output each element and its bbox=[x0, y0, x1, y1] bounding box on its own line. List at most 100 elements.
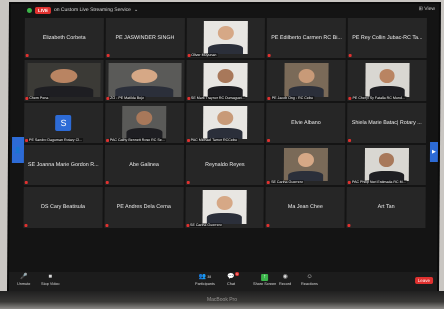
participant-name: PE JASWINDER SINGH bbox=[115, 35, 175, 42]
participant-name: PE Andres Dela Cerna bbox=[116, 204, 171, 211]
participant-name: Elvie Albano bbox=[291, 119, 321, 126]
participant-tile[interactable]: DS Cary Beatisula bbox=[23, 187, 103, 228]
participant-face bbox=[136, 110, 153, 125]
participant-name: PE Edilberto Carmen RC Bi... bbox=[271, 35, 342, 42]
participant-tile[interactable]: Abe Galinea bbox=[104, 144, 184, 186]
participant-tile[interactable]: Elizabeth Corbeta bbox=[24, 18, 104, 59]
participant-name: PE Rey Collin Jubac-RC Ta... bbox=[352, 35, 423, 42]
next-page-button[interactable]: ▶ bbox=[429, 142, 439, 162]
participant-tile[interactable]: SE Joanna Marie Gordon R... bbox=[23, 144, 103, 186]
unmute-button[interactable]: 🎤 Unmute bbox=[17, 272, 30, 286]
mic-muted-icon bbox=[186, 223, 190, 227]
mic-muted-icon bbox=[186, 181, 190, 185]
participant-tile[interactable]: PAC Cathy Bennett Rose RC Se... bbox=[104, 102, 184, 143]
participant-tile[interactable]: PE Cheryl Sy Fatalla RC Mund... bbox=[347, 60, 427, 101]
participant-tile[interactable]: Ma Jean Chee bbox=[265, 187, 345, 228]
sidebar-avatar-left[interactable]: 👤 bbox=[11, 137, 25, 163]
participant-tile[interactable]: ZO - PE Matilda Bejo bbox=[105, 60, 185, 101]
participant-name: Art Tan bbox=[377, 204, 395, 211]
participant-face bbox=[216, 195, 233, 210]
stop-video-button[interactable]: ■ Stop Video bbox=[41, 272, 60, 286]
mic-muted-icon bbox=[186, 96, 190, 100]
participant-tile[interactable]: SE Carina Guerrero bbox=[266, 144, 346, 186]
participant-tile[interactable]: PE Rey Collin Jubac-RC Ta... bbox=[347, 18, 427, 59]
participant-video bbox=[202, 190, 247, 224]
participant-tile[interactable]: PE Andres Dela Cerna bbox=[104, 187, 184, 228]
meeting-toolbar: 🎤 Unmute ■ Stop Video 👥38 Participants 💬… bbox=[8, 272, 438, 291]
share-screen-icon: ↑ bbox=[261, 274, 269, 281]
participant-name-caption: PE Sandro Daguman Rotary Cl... bbox=[28, 137, 84, 142]
chat-label: Chat bbox=[227, 282, 236, 286]
participant-face bbox=[131, 68, 158, 83]
participant-video bbox=[283, 147, 328, 182]
mic-muted-icon bbox=[347, 223, 351, 227]
record-button[interactable]: ◉ Record bbox=[279, 272, 291, 286]
view-button[interactable]: ⊞ View bbox=[419, 6, 435, 12]
video-camera-icon: ■ bbox=[48, 274, 53, 280]
record-label: Record bbox=[279, 282, 292, 286]
participant-face bbox=[298, 68, 315, 83]
live-badge[interactable]: LIVE bbox=[34, 6, 52, 14]
participant-name: Abe Galinea bbox=[129, 162, 159, 169]
mic-muted-icon: 🎤 bbox=[19, 274, 28, 280]
chat-icon: 💬 bbox=[227, 274, 235, 280]
mic-muted-icon bbox=[268, 54, 272, 58]
view-label: View bbox=[424, 6, 435, 12]
participant-tile[interactable]: PAC Michael Tamor RCCebu bbox=[185, 102, 265, 143]
share-screen-label: Share Screen bbox=[253, 282, 277, 286]
mic-muted-icon bbox=[25, 54, 29, 58]
participant-tile[interactable]: PE Jacob Ong - RC Cebu bbox=[266, 60, 346, 101]
security-icon[interactable] bbox=[26, 7, 32, 13]
mic-muted-icon bbox=[186, 138, 190, 142]
participant-name: SE Joanna Marie Gordon R... bbox=[27, 162, 99, 169]
participant-video bbox=[122, 105, 167, 139]
stream-label[interactable]: on Custom Live Streaming Service bbox=[54, 7, 131, 13]
top-bar: LIVE on Custom Live Streaming Service ⌄ … bbox=[11, 4, 439, 16]
participant-name-caption: PAC Michael Tamor RCCebu bbox=[189, 137, 238, 142]
participant-tile[interactable]: SE Carina Guerrero bbox=[185, 187, 265, 228]
unmute-label: Unmute bbox=[17, 282, 31, 286]
participant-video bbox=[203, 21, 248, 55]
chevron-down-icon[interactable]: ⌄ bbox=[134, 7, 138, 13]
participant-tile[interactable]: Shiela Marie Batac| Rotary ... bbox=[347, 102, 427, 143]
participant-tile[interactable]: PAC Philip Neri Estimada RC M... bbox=[346, 144, 427, 186]
participant-name: Elizabeth Corbeta bbox=[42, 35, 86, 42]
mic-muted-icon bbox=[348, 138, 352, 142]
participant-tile[interactable]: SE Mark Traynor RC Dumaguet... bbox=[185, 60, 265, 101]
mic-muted-icon bbox=[24, 181, 28, 185]
stop-video-label: Stop Video bbox=[41, 282, 60, 286]
avatar: S bbox=[55, 114, 72, 131]
participant-name: DS Cary Beatisula bbox=[40, 204, 86, 211]
participant-video bbox=[203, 63, 248, 97]
reactions-button[interactable]: ☺ Reactions bbox=[301, 272, 318, 286]
mic-muted-icon bbox=[105, 181, 109, 185]
participant-tile[interactable]: PE Edilberto Carmen RC Bi... bbox=[267, 18, 347, 59]
participant-video bbox=[108, 63, 182, 97]
chat-button[interactable]: 💬 1 Chat bbox=[227, 272, 239, 286]
participants-button[interactable]: 👥38 Participants bbox=[195, 272, 215, 286]
participant-name-caption: Oliver Muyunan bbox=[190, 53, 218, 58]
zoom-window: LIVE on Custom Live Streaming Service ⌄ … bbox=[8, 4, 440, 291]
participant-tile[interactable]: Oliver Muyunan bbox=[186, 18, 266, 59]
participant-face bbox=[217, 110, 234, 125]
participant-tile[interactable]: Elvie Albano bbox=[266, 102, 346, 143]
share-screen-button[interactable]: ↑ Share Screen bbox=[253, 272, 276, 286]
reactions-label: Reactions bbox=[301, 282, 318, 286]
participant-grid: Elizabeth Corbeta PE JASWINDER SINGH Olive… bbox=[23, 18, 427, 270]
participant-tile[interactable]: Reynaldo Reyes bbox=[185, 144, 265, 186]
participant-name-caption: ZO - PE Matilda Bejo bbox=[109, 95, 145, 100]
mic-muted-icon bbox=[106, 96, 110, 100]
participant-face bbox=[50, 68, 78, 83]
participant-video bbox=[364, 147, 409, 182]
leave-button[interactable]: Leave bbox=[414, 277, 434, 284]
participant-tile[interactable]: S PE Sandro Daguman Rotary Cl... bbox=[24, 102, 104, 143]
participant-name: Shiela Marie Batac| Rotary ... bbox=[351, 119, 422, 126]
mic-muted-icon bbox=[105, 223, 109, 227]
participant-tile[interactable]: Chem Pena bbox=[24, 60, 104, 101]
record-icon: ◉ bbox=[282, 274, 288, 280]
speaker-avatar: 👤 bbox=[14, 147, 22, 154]
participants-icon: 👥38 bbox=[198, 274, 212, 280]
participant-tile[interactable]: PE JASWINDER SINGH bbox=[105, 18, 185, 59]
mic-muted-icon bbox=[105, 138, 109, 142]
participant-tile[interactable]: Art Tan bbox=[346, 187, 426, 228]
